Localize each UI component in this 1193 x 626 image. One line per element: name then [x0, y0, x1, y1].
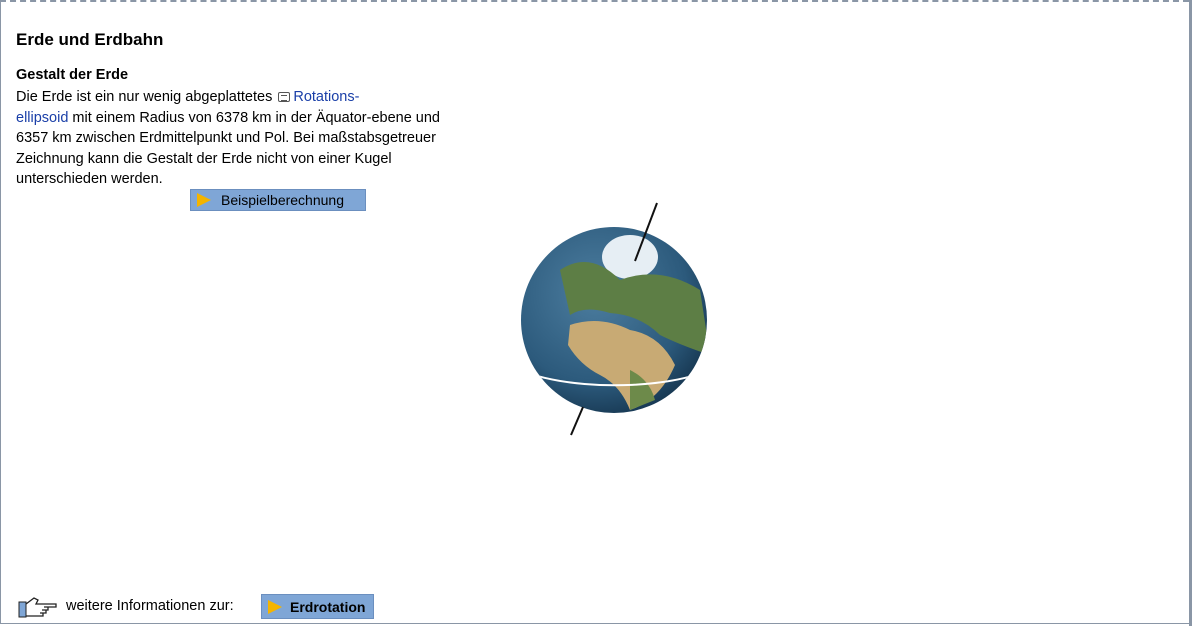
- play-icon: [197, 193, 211, 207]
- page-title: Erde und Erdbahn: [16, 30, 164, 49]
- earth-globe-image: [521, 202, 707, 436]
- section-text: Die Erde ist ein nur wenig abgeplattetes…: [16, 89, 440, 187]
- erdrotation-button[interactable]: Erdrotation: [261, 594, 374, 619]
- play-icon: [268, 599, 282, 614]
- pointing-hand-icon: [18, 597, 57, 618]
- footer-text: weitere Informationen zur:: [66, 598, 234, 614]
- beispielberechnung-button[interactable]: Beispielberechnung: [190, 189, 366, 211]
- document-icon: [278, 92, 291, 102]
- section-heading: Gestalt der Erde: [16, 67, 129, 83]
- scrollbar[interactable]: [1189, 0, 1192, 626]
